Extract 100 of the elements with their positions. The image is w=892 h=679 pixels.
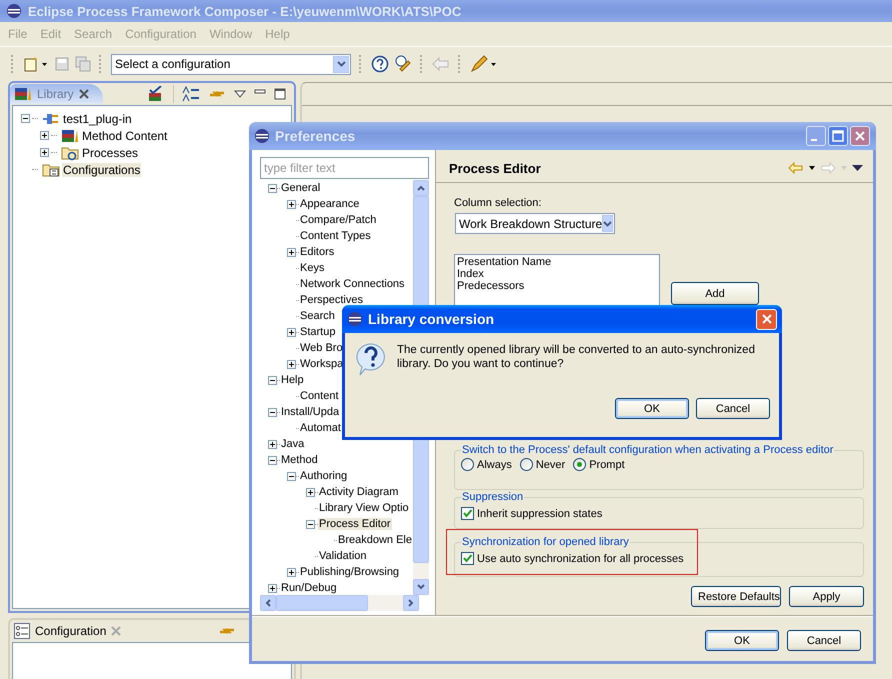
close-icon[interactable] [78,89,89,99]
caret-icon[interactable] [809,166,815,170]
tree-item[interactable]: Method [280,454,319,466]
radio-button[interactable] [520,458,533,471]
tree-item[interactable]: Perspectives [299,294,364,306]
tree-item[interactable]: Processes [81,146,140,160]
page-button[interactable]: Restore Defaults [691,586,781,607]
search-help-icon[interactable] [394,55,412,73]
expander-icon[interactable] [287,360,296,368]
layout-icon[interactable] [182,86,200,102]
dialog-button[interactable]: Cancel [696,398,770,419]
arrow-right-icon[interactable] [408,599,414,607]
help-icon[interactable] [371,55,389,73]
tree-item[interactable]: Help [280,374,305,386]
expander-icon[interactable] [40,131,49,140]
configuration-tab[interactable]: Configuration [10,621,136,641]
radio-label: Always [477,458,512,470]
dialog-title: Preferences [275,128,356,144]
list-icon [14,623,30,639]
tree-item[interactable]: Keys [299,262,326,274]
tree-item[interactable]: Editors [299,246,336,258]
tree-item[interactable]: Automat [299,422,342,434]
pencil-icon[interactable] [470,55,498,73]
maximize-button[interactable] [828,126,848,146]
dialog-button[interactable]: OK [705,630,779,651]
dialog-button[interactable]: OK [615,398,689,419]
tree-item[interactable]: Run/Debug [280,582,338,594]
expander-icon[interactable] [287,568,296,576]
tree-item[interactable]: Validation [318,550,368,562]
tree-item[interactable]: Content Types [299,230,372,242]
maximize-icon [832,130,844,142]
menu-icon[interactable] [852,164,863,172]
expander-icon[interactable] [268,376,277,384]
expander-icon[interactable] [287,248,296,256]
checkbox[interactable] [461,552,474,565]
view-menu-icon[interactable] [234,90,246,98]
minimize-icon [811,139,817,141]
page-button[interactable]: Apply [789,586,864,607]
expander-icon[interactable] [268,184,277,192]
expander-icon[interactable] [287,200,296,208]
tree-item[interactable]: Compare/Patch [299,214,378,226]
group-title: Suppression [461,491,524,503]
checkbox[interactable] [461,507,474,520]
scrollbar[interactable] [260,595,419,611]
tree-item[interactable]: Appearance [299,198,360,210]
tree-item[interactable]: Method Content [81,128,168,142]
radio-button[interactable] [461,458,474,471]
list-item[interactable]: Presentation Name [457,256,657,268]
arrow-up-icon[interactable] [417,185,425,191]
plug-icon [42,112,60,126]
tree-item[interactable]: Configurations [62,162,142,176]
maximize-icon[interactable] [274,88,286,100]
window-title: Eclipse Process Framework Composer - E:\yeuwenm\WORK\ATS\POC [28,4,462,18]
checkbox-label: Inherit suppression states [477,508,602,520]
new-icon[interactable] [23,56,49,72]
expander-icon[interactable] [268,584,277,592]
tree-item[interactable]: Publishing/Browsing [299,566,400,578]
checkbox-label: Use auto synchronization for all processes [477,552,684,564]
tree-item[interactable]: Breakdown Ele [337,534,413,546]
tree-item[interactable]: Library View Optio [318,502,410,514]
expander-icon[interactable] [306,488,315,496]
column-select[interactable]: Work Breakdown Structure [455,213,615,234]
expander-icon[interactable] [287,328,296,336]
expander-icon[interactable] [268,440,277,448]
radio-label: Never [536,458,566,470]
eclipse-icon [254,128,270,144]
tree-item[interactable]: Startup [299,326,336,338]
tree-item[interactable]: Content [299,390,340,402]
list-item[interactable]: Index [457,268,657,280]
expander-icon[interactable] [268,408,277,416]
tree-item[interactable]: Install/Upda [280,406,340,418]
field-label: Column selection: [454,197,542,209]
expander-icon[interactable] [40,148,49,157]
tree-item[interactable]: Java [280,438,306,450]
expander-icon[interactable] [268,456,277,464]
close-button[interactable] [850,126,870,146]
expander-icon[interactable] [21,114,30,123]
arrow-down-icon[interactable] [417,584,425,590]
tree-item[interactable]: Web Bro [299,342,344,354]
tree-item[interactable]: Authoring [299,470,348,482]
tree-item[interactable]: General [280,182,322,194]
close-icon [854,130,866,142]
tree-item[interactable]: Network Connections [299,278,406,290]
tree-item[interactable]: Activity Diagram [318,486,400,498]
expander-icon[interactable] [306,520,315,528]
tree-item[interactable]: Search [299,310,336,322]
arrow-left-icon[interactable] [265,599,271,607]
configuration-select[interactable]: Select a configuration [111,54,351,74]
tree-item[interactable]: test1_plug-in [62,112,133,126]
filter-field[interactable]: type filter text [260,157,429,179]
message-text: The currently opened library will be converted to an auto-synchronized library. Do you want to continue? [397,343,756,372]
list-item[interactable]: Predecessors [457,280,657,292]
tree-item[interactable]: Process Editor [318,518,392,530]
radio-label: Prompt [589,458,625,470]
radio-button[interactable] [573,458,586,471]
add-button[interactable]: Add [671,282,759,305]
expander-icon[interactable] [287,472,296,480]
folder-sync-icon [61,144,79,160]
tree-item[interactable]: Workspa [299,358,344,370]
dialog-button[interactable]: Cancel [787,630,861,651]
